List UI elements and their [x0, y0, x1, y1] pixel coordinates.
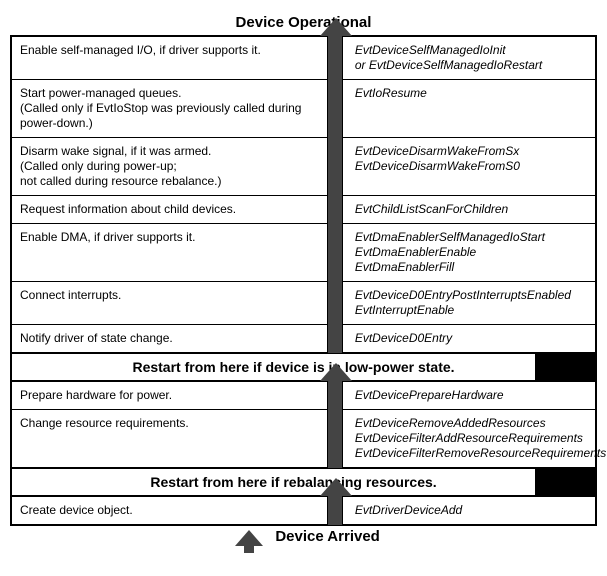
table-row: Prepare hardware for power.EvtDevicePrep…: [12, 382, 595, 410]
callback-names: EvtDmaEnablerSelfManagedIoStartEvtDmaEna…: [327, 224, 595, 281]
arrow-segment: [327, 496, 343, 525]
separator-label: Restart from here if device is in low-po…: [12, 354, 535, 380]
table-row: Disarm wake signal, if it was armed.(Cal…: [12, 138, 595, 196]
sequence-table: Enable self-managed I/O, if driver suppo…: [10, 35, 597, 526]
step-description: Disarm wake signal, if it was armed.(Cal…: [12, 138, 327, 195]
callback-names: EvtDriverDeviceAdd: [327, 497, 595, 524]
callback-names: EvtDeviceDisarmWakeFromSxEvtDeviceDisarm…: [327, 138, 595, 195]
callback-names: EvtDeviceD0Entry: [327, 325, 595, 352]
table-row: Notify driver of state change.EvtDeviceD…: [12, 325, 595, 352]
table-row: Create device object.EvtDriverDeviceAdd: [12, 497, 595, 524]
arrow-segment: [327, 324, 343, 353]
callback-names: EvtDeviceD0EntryPostInterruptsEnabledEvt…: [327, 282, 595, 324]
pnp-power-up-diagram: Device Operational Enable self-managed I…: [0, 0, 607, 560]
arrow-up-icon: [320, 478, 352, 496]
step-description: Request information about child devices.: [12, 196, 327, 223]
arrow-up-icon: [320, 18, 352, 36]
separator-low-power: Restart from here if device is in low-po…: [12, 352, 595, 382]
table-row: Change resource requirements.EvtDeviceRe…: [12, 410, 595, 467]
arrow-segment: [327, 281, 343, 325]
arrow-segment: [327, 409, 343, 468]
callback-names: EvtIoResume: [327, 80, 595, 137]
step-description: Connect interrupts.: [12, 282, 327, 324]
separator-endcap: [535, 469, 595, 495]
callback-names: EvtDevicePrepareHardware: [327, 382, 595, 409]
header-title: Device Operational: [10, 10, 597, 35]
callback-names: EvtDeviceRemoveAddedResourcesEvtDeviceFi…: [327, 410, 595, 467]
arrow-segment: [327, 137, 343, 196]
step-description: Change resource requirements.: [12, 410, 327, 467]
step-description: Enable self-managed I/O, if driver suppo…: [12, 37, 327, 79]
separator-label: Restart from here if rebalancing resourc…: [12, 469, 535, 495]
step-description: Create device object.: [12, 497, 327, 524]
footer-title: Device Arrived: [10, 526, 597, 550]
arrow-up-icon: [320, 363, 352, 381]
callback-names: EvtDeviceSelfManagedIoInitor EvtDeviceSe…: [327, 37, 595, 79]
arrow-segment: [327, 381, 343, 410]
table-row: Request information about child devices.…: [12, 196, 595, 224]
arrow-segment: [327, 223, 343, 282]
step-description: Prepare hardware for power.: [12, 382, 327, 409]
step-description: Notify driver of state change.: [12, 325, 327, 352]
table-row: Enable DMA, if driver supports it.EvtDma…: [12, 224, 595, 282]
arrow-segment: [327, 195, 343, 224]
table-row: Connect interrupts.EvtDeviceD0EntryPostI…: [12, 282, 595, 325]
step-description: Enable DMA, if driver supports it.: [12, 224, 327, 281]
footer-label: Device Arrived: [275, 528, 380, 545]
separator-endcap: [535, 354, 595, 380]
callback-names: EvtChildListScanForChildren: [327, 196, 595, 223]
table-row: Start power-managed queues.(Called only …: [12, 80, 595, 138]
arrow-segment: [327, 79, 343, 138]
arrow-up-icon: [235, 529, 263, 546]
separator-rebalance: Restart from here if rebalancing resourc…: [12, 467, 595, 497]
arrow-segment: [327, 36, 343, 80]
step-description: Start power-managed queues.(Called only …: [12, 80, 327, 137]
table-row: Enable self-managed I/O, if driver suppo…: [12, 37, 595, 80]
